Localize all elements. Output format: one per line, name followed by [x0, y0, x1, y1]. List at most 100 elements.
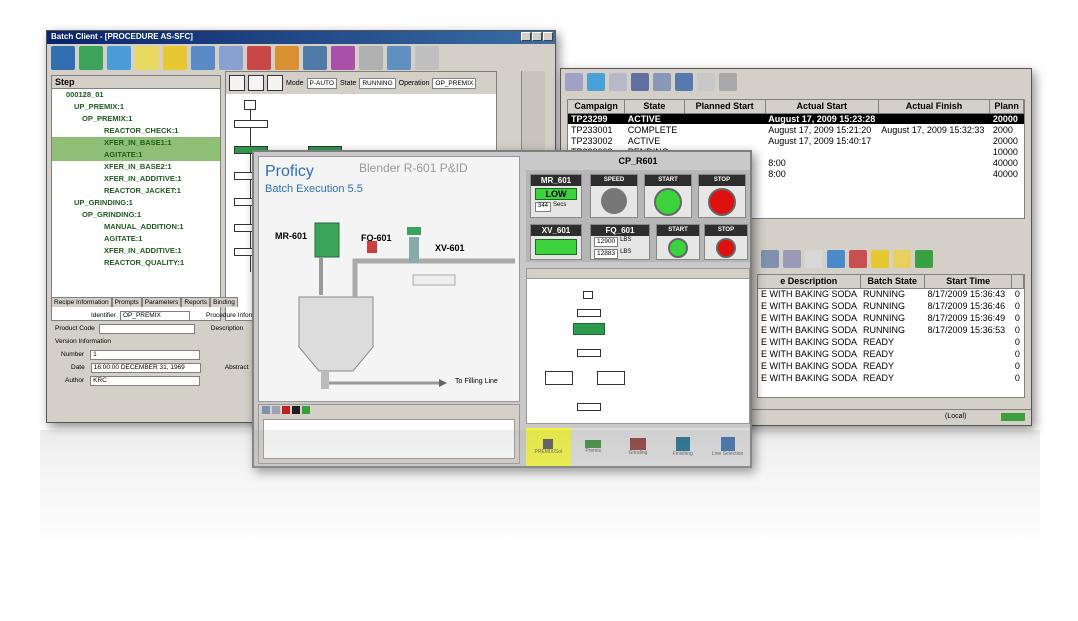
- start-button[interactable]: [654, 188, 682, 216]
- document-icon[interactable]: [247, 46, 271, 70]
- start-button[interactable]: [668, 238, 688, 258]
- speed-knob-icon[interactable]: [601, 188, 627, 214]
- sfc-initial-step[interactable]: [244, 100, 256, 110]
- stop-panel-2[interactable]: STOP: [704, 224, 748, 260]
- table-row[interactable]: E WITH BAKING SODA RUNNING 8/17/2009 15:36…: [758, 288, 1024, 300]
- page-icon[interactable]: [248, 75, 264, 91]
- person-icon[interactable]: [135, 46, 159, 70]
- close-button[interactable]: [543, 32, 553, 41]
- step-icon[interactable]: [609, 73, 627, 91]
- tree-item[interactable]: REACTOR_JACKET:1: [52, 185, 220, 197]
- column-header[interactable]: [1011, 275, 1024, 289]
- tree-item[interactable]: REACTOR_CHECK:1: [52, 125, 220, 137]
- play-icon[interactable]: [262, 406, 270, 414]
- xv601-panel[interactable]: XV_601: [530, 224, 582, 260]
- list-icon[interactable]: [761, 250, 779, 268]
- table-row[interactable]: E WITH BAKING SODA READY 0: [758, 348, 1024, 360]
- table-row[interactable]: E WITH BAKING SODA READY 0: [758, 360, 1024, 372]
- setpoint-field[interactable]: 12900: [594, 237, 619, 247]
- start-panel-2[interactable]: START: [656, 224, 700, 260]
- table-row[interactable]: TP23299 ACTIVE August 17, 2009 15:23:28 …: [568, 113, 1024, 124]
- column-header[interactable]: Batch State: [860, 275, 926, 289]
- help-icon[interactable]: [163, 46, 187, 70]
- tree-item[interactable]: OP_PREMIX:1: [52, 113, 220, 125]
- play-icon[interactable]: [565, 73, 583, 91]
- column-header[interactable]: Planned Start: [684, 100, 766, 114]
- report-icon[interactable]: [303, 46, 327, 70]
- author-field[interactable]: KRC: [90, 375, 201, 386]
- refresh-icon[interactable]: [915, 250, 933, 268]
- close-icon[interactable]: [282, 406, 290, 414]
- grid-icon[interactable]: [51, 46, 75, 70]
- book-icon[interactable]: [331, 46, 355, 70]
- table-row[interactable]: E WITH BAKING SODA READY 0: [758, 336, 1024, 348]
- tree-icon[interactable]: [653, 73, 671, 91]
- tab-recipe-information[interactable]: Recipe Information: [51, 297, 112, 307]
- maximize-button[interactable]: [532, 32, 542, 41]
- export-icon[interactable]: [387, 46, 411, 70]
- chart-icon[interactable]: [697, 73, 715, 91]
- tree-item[interactable]: MANUAL_ADDITION:1: [52, 221, 220, 233]
- sfc-step[interactable]: [577, 403, 601, 411]
- mr601-panel[interactable]: MR_601 LOW 344 Secs: [530, 174, 582, 218]
- column-header[interactable]: e Description: [758, 275, 861, 289]
- column-header[interactable]: State: [624, 100, 685, 114]
- speed-panel[interactable]: SPEED: [590, 174, 638, 218]
- minimize-button[interactable]: [521, 32, 531, 41]
- pause-icon[interactable]: [587, 73, 605, 91]
- tree-item[interactable]: AGITATE:1: [52, 233, 220, 245]
- tree-item[interactable]: XFER_IN_BASE2:1: [52, 161, 220, 173]
- structure-icon[interactable]: [79, 46, 103, 70]
- column-header[interactable]: Plann: [989, 100, 1024, 114]
- calculator-icon[interactable]: [359, 46, 383, 70]
- tree-item[interactable]: XFER_IN_ADDITIVE:1: [52, 245, 220, 257]
- to-blend-button[interactable]: [412, 274, 456, 286]
- stop-panel[interactable]: STOP: [698, 174, 746, 218]
- hierarchy-icon[interactable]: [631, 73, 649, 91]
- table-row[interactable]: E WITH BAKING SODA RUNNING 8/17/2009 15:36…: [758, 312, 1024, 324]
- tab-parameters[interactable]: Parameters: [141, 297, 182, 307]
- tree-item[interactable]: XFER_IN_ADDITIVE:1: [52, 173, 220, 185]
- table-row[interactable]: E WITH BAKING SODA READY 0: [758, 372, 1024, 384]
- question-icon[interactable]: [893, 250, 911, 268]
- column-header[interactable]: Campaign: [568, 100, 626, 114]
- product-code-field[interactable]: [98, 323, 195, 334]
- table-row[interactable]: TP233001 COMPLETE August 17, 2009 15:21:…: [568, 124, 1024, 135]
- stop-button[interactable]: [716, 238, 736, 258]
- tree-item[interactable]: 000128_01: [52, 89, 220, 101]
- lock-icon[interactable]: [415, 46, 439, 70]
- list-icon[interactable]: [719, 73, 737, 91]
- network-icon[interactable]: [191, 46, 215, 70]
- stop-icon[interactable]: [292, 406, 300, 414]
- tab-reports[interactable]: Reports: [181, 297, 211, 307]
- table-row[interactable]: E WITH BAKING SODA RUNNING 8/17/2009 15:36…: [758, 324, 1024, 336]
- column-header[interactable]: Actual Finish: [878, 100, 991, 114]
- sfc-step[interactable]: [545, 371, 573, 385]
- pause-icon[interactable]: [272, 406, 280, 414]
- tree-item[interactable]: OP_GRINDING:1: [52, 209, 220, 221]
- fq601-panel[interactable]: FQ_601 12900 LBS 12883 LBS: [590, 224, 650, 260]
- sfc-initial-step[interactable]: [583, 291, 593, 299]
- sfc-step[interactable]: [577, 309, 601, 317]
- table-row[interactable]: TP233002 ACTIVE August 17, 2009 15:40:17…: [568, 135, 1024, 146]
- search-icon[interactable]: [675, 73, 693, 91]
- help-icon[interactable]: [871, 250, 889, 268]
- recipe-icon[interactable]: [275, 46, 299, 70]
- bird-icon[interactable]: [219, 46, 243, 70]
- start-panel[interactable]: START: [644, 174, 692, 218]
- sfc-step-active[interactable]: [573, 323, 605, 335]
- tree-item[interactable]: UP_PREMIX:1: [52, 101, 220, 113]
- tree-item[interactable]: AGITATE:1: [52, 149, 220, 161]
- number-field[interactable]: 1: [90, 349, 201, 360]
- column-header[interactable]: Actual Start: [765, 100, 879, 114]
- tree-item[interactable]: REACTOR_QUALITY:1: [52, 257, 220, 269]
- tree-item[interactable]: XFER_IN_BASE1:1: [52, 137, 220, 149]
- column-header[interactable]: Start Time: [924, 275, 1013, 289]
- page-icon[interactable]: [267, 75, 283, 91]
- tree-item[interactable]: UP_GRINDING:1: [52, 197, 220, 209]
- wrench-icon[interactable]: [783, 250, 801, 268]
- refresh-icon[interactable]: [302, 406, 310, 414]
- page-icon[interactable]: [229, 75, 245, 91]
- tab-binding[interactable]: Binding: [210, 297, 238, 307]
- stop-button[interactable]: [708, 188, 736, 216]
